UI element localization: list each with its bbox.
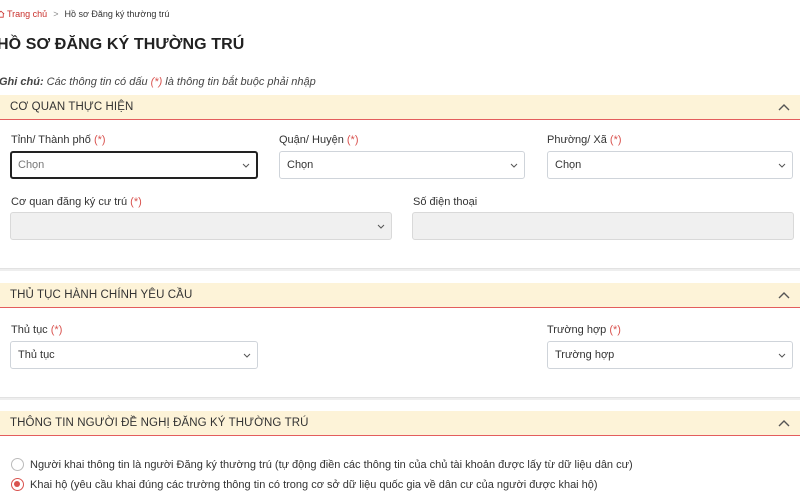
ward-select-value: Chọn bbox=[555, 159, 582, 171]
breadcrumb-home-link[interactable]: Trang chủ bbox=[0, 9, 47, 19]
chevron-down-icon bbox=[243, 353, 251, 358]
procedure-label-text: Thủ tục bbox=[11, 324, 48, 336]
procedure-label: Thủ tục (*) bbox=[11, 324, 62, 336]
province-select[interactable]: Chọn bbox=[10, 151, 258, 179]
case-label: Trường hợp (*) bbox=[547, 324, 621, 336]
breadcrumb-current: Hồ sơ Đăng ký thường trú bbox=[64, 9, 170, 19]
page-title: HỒ SƠ ĐĂNG KÝ THƯỜNG TRÚ bbox=[0, 36, 245, 53]
district-label-text: Quận/ Huyện bbox=[279, 134, 344, 146]
case-select[interactable]: Trường hợp bbox=[547, 341, 793, 369]
chevron-down-icon bbox=[242, 163, 250, 168]
section-title-agency: CƠ QUAN THỰC HIỆN bbox=[10, 101, 134, 113]
note-prefix: Ghi chú: bbox=[0, 76, 44, 88]
applicant-option-label: Khai hộ (yêu cầu khai đúng các trường th… bbox=[30, 478, 598, 491]
chevron-down-icon bbox=[778, 353, 786, 358]
phone-label: Số điện thoại bbox=[413, 196, 477, 208]
ward-required-mark: (*) bbox=[609, 134, 622, 146]
radio-button-checked[interactable] bbox=[11, 478, 24, 491]
section-title-applicant: THÔNG TIN NGƯỜI ĐỀ NGHỊ ĐĂNG KÝ THƯỜNG T… bbox=[10, 417, 309, 429]
province-required-mark: (*) bbox=[93, 134, 106, 146]
case-select-value: Trường hợp bbox=[555, 349, 615, 361]
required-note: Ghi chú: Các thông tin có dấu (*) là thô… bbox=[0, 76, 316, 88]
section-header-applicant[interactable]: THÔNG TIN NGƯỜI ĐỀ NGHỊ ĐĂNG KÝ THƯỜNG T… bbox=[0, 411, 800, 436]
applicant-option-proxy[interactable]: Khai hộ (yêu cầu khai đúng các trường th… bbox=[11, 478, 598, 491]
breadcrumb-separator: > bbox=[53, 9, 59, 19]
chevron-down-icon bbox=[510, 163, 518, 168]
phone-label-text: Số điện thoại bbox=[413, 196, 478, 208]
note-text-after: là thông tin bắt buộc phải nhập bbox=[162, 76, 316, 88]
note-marker: (*) bbox=[150, 76, 163, 88]
radio-button[interactable] bbox=[11, 458, 24, 471]
breadcrumb: Trang chủ > Hồ sơ Đăng ký thường trú bbox=[0, 9, 169, 19]
section-divider bbox=[0, 268, 800, 271]
home-icon bbox=[0, 10, 5, 18]
applicant-option-label: Người khai thông tin là người Đăng ký th… bbox=[30, 458, 633, 471]
ward-label-text: Phường/ Xã bbox=[547, 134, 607, 146]
case-required-mark: (*) bbox=[609, 324, 621, 336]
section-header-agency[interactable]: CƠ QUAN THỰC HIỆN bbox=[0, 95, 800, 120]
section-header-procedure[interactable]: THỦ TỤC HÀNH CHÍNH YÊU CẦU bbox=[0, 283, 800, 308]
province-select-value: Chọn bbox=[18, 159, 45, 171]
chevron-up-icon[interactable] bbox=[778, 291, 790, 299]
district-label: Quận/ Huyện (*) bbox=[279, 134, 359, 146]
chevron-up-icon[interactable] bbox=[778, 419, 790, 427]
section-divider bbox=[0, 397, 800, 400]
registry-office-required-mark: (*) bbox=[130, 196, 142, 208]
section-title-procedure: THỦ TỤC HÀNH CHÍNH YÊU CẦU bbox=[10, 289, 193, 301]
breadcrumb-home-label: Trang chủ bbox=[7, 9, 48, 19]
district-select[interactable]: Chọn bbox=[279, 151, 525, 179]
case-label-text: Trường hợp bbox=[547, 324, 607, 336]
district-required-mark: (*) bbox=[346, 134, 359, 146]
chevron-up-icon[interactable] bbox=[778, 103, 790, 111]
procedure-select-value: Thủ tục bbox=[18, 349, 55, 361]
ward-label: Phường/ Xã (*) bbox=[547, 134, 622, 146]
province-label: Tỉnh/ Thành phố (*) bbox=[11, 134, 106, 146]
phone-input[interactable] bbox=[412, 212, 794, 240]
note-text-before: Các thông tin có dấu bbox=[43, 76, 151, 88]
district-select-value: Chọn bbox=[287, 159, 314, 171]
chevron-down-icon bbox=[778, 163, 786, 168]
procedure-select[interactable]: Thủ tục bbox=[10, 341, 258, 369]
province-label-text: Tỉnh/ Thành phố bbox=[11, 134, 91, 146]
ward-select[interactable]: Chọn bbox=[547, 151, 793, 179]
registry-office-label-text: Cơ quan đăng ký cư trú bbox=[11, 196, 128, 208]
chevron-down-icon bbox=[377, 224, 385, 229]
registry-office-select[interactable] bbox=[10, 212, 392, 240]
procedure-required-mark: (*) bbox=[50, 324, 63, 336]
applicant-option-self[interactable]: Người khai thông tin là người Đăng ký th… bbox=[11, 458, 633, 471]
registry-office-label: Cơ quan đăng ký cư trú (*) bbox=[11, 196, 142, 208]
